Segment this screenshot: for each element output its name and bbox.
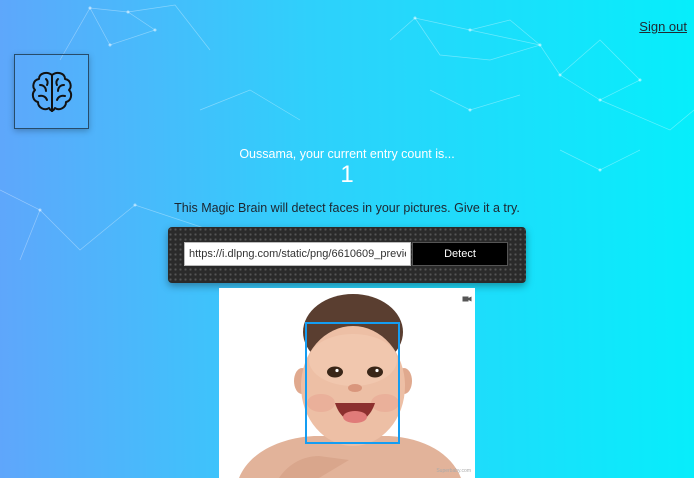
entry-count-value: 1 [340,161,354,188]
face-bounding-box [305,322,400,444]
camera-icon [462,290,472,308]
entry-count-text: Oussama, your current entry count is... [239,147,455,161]
sign-out-link[interactable]: Sign out [639,19,687,34]
result-image: Superbaby.com [219,288,475,478]
image-link-form: Detect [168,227,526,283]
brain-icon [31,71,72,112]
logo-tilt-card [14,54,89,129]
image-url-input[interactable] [184,242,411,266]
intro-text: This Magic Brain will detect faces in yo… [174,201,520,215]
detect-button[interactable]: Detect [412,242,508,266]
image-watermark: Superbaby.com [436,468,471,474]
